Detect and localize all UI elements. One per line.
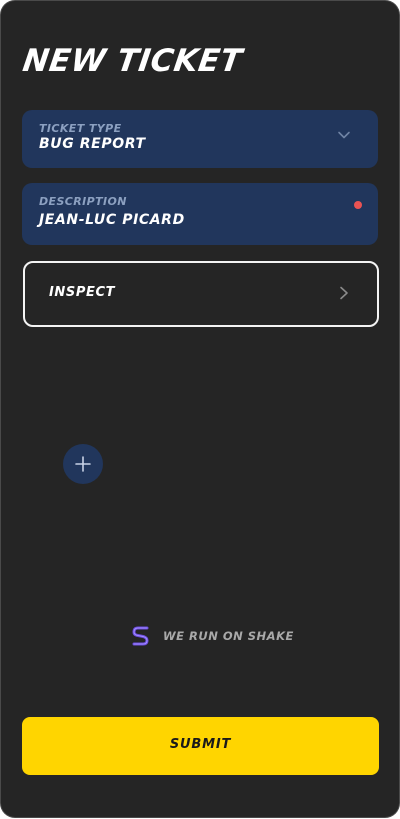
ticket-type-label: TICKET TYPE [39, 122, 122, 135]
ticket-type-value: BUG REPORT [39, 136, 146, 152]
description-field[interactable]: DESCRIPTION JEAN-LUC PICARD [22, 183, 378, 245]
chevron-down-icon [338, 131, 350, 139]
description-label: DESCRIPTION [39, 195, 127, 208]
description-value: JEAN-LUC PICARD [39, 212, 185, 228]
page-title: NEW TICKET [20, 43, 245, 79]
inspect-button[interactable]: INSPECT [23, 261, 379, 327]
powered-by[interactable]: WE RUN ON SHAKE [131, 625, 294, 647]
submit-button[interactable]: SUBMIT [22, 717, 379, 775]
add-attachment-button[interactable] [63, 444, 103, 484]
powered-by-text: WE RUN ON SHAKE [163, 629, 294, 643]
chevron-right-icon [340, 286, 348, 300]
shake-logo-icon [132, 626, 149, 646]
plus-icon [75, 456, 91, 472]
inspect-label: INSPECT [49, 285, 116, 300]
submit-label: SUBMIT [169, 737, 232, 752]
required-indicator [354, 201, 362, 209]
ticket-screen: NEW TICKET TICKET TYPE BUG REPORT DESCRI… [1, 1, 399, 817]
ticket-type-select[interactable]: TICKET TYPE BUG REPORT [22, 110, 378, 168]
